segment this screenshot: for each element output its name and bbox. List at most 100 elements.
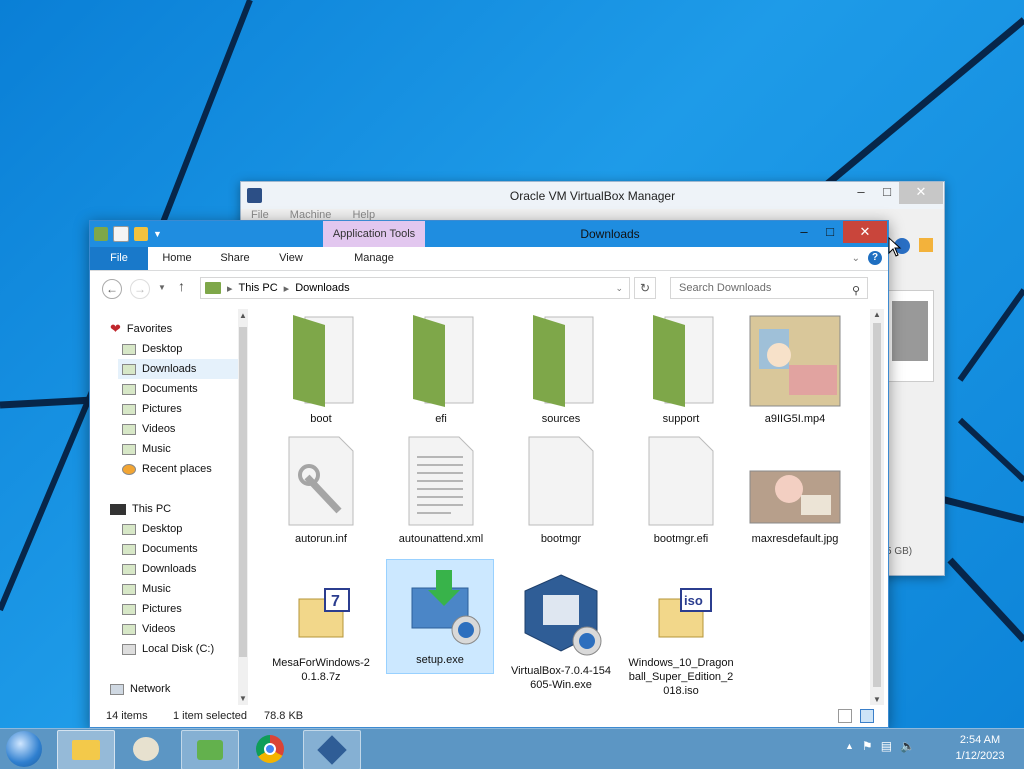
pictures-icon xyxy=(122,603,136,615)
new-folder-icon[interactable] xyxy=(134,227,148,241)
system-tray: ▲ ⚑ ▤ 🔈 xyxy=(845,739,915,753)
file-item[interactable]: a9IIG5I.mp4 xyxy=(742,315,848,426)
clock-date: 1/12/2023 xyxy=(955,750,1005,762)
nav-recent-places[interactable]: Recent places xyxy=(122,459,212,479)
nav-pc-videos[interactable]: Videos xyxy=(122,619,175,639)
videos-icon xyxy=(122,423,136,435)
nav-this-pc[interactable]: This PC xyxy=(110,499,171,519)
application-tools-tab: Application Tools xyxy=(323,221,425,247)
nav-pc-music[interactable]: Music xyxy=(122,579,171,599)
nav-favorite-pictures[interactable]: Pictures xyxy=(122,399,182,419)
nav-favorite-documents[interactable]: Documents xyxy=(122,379,198,399)
file-item[interactable]: boot xyxy=(268,315,374,426)
clock[interactable]: 2:54 AM 1/12/2023 xyxy=(940,732,1020,764)
virtualbox-titlebar[interactable]: Oracle VM VirtualBox Manager – □ ✕ xyxy=(241,182,944,209)
virtualbox-icon xyxy=(317,735,347,765)
file-item[interactable]: sources xyxy=(508,315,614,426)
nav-local-disk[interactable]: Local Disk (C:) xyxy=(122,639,214,659)
show-hidden-icons-icon[interactable]: ▲ xyxy=(845,741,854,751)
properties-icon[interactable] xyxy=(113,226,129,242)
taskbar-people[interactable] xyxy=(181,730,239,770)
large-icons-view-icon[interactable] xyxy=(860,709,874,723)
file-explorer-window[interactable]: ▼ Application Tools Downloads – □ ✕ File… xyxy=(89,220,889,728)
nav-pc-downloads[interactable]: Downloads xyxy=(122,559,196,579)
breadcrumb-this-pc[interactable]: This PC xyxy=(239,282,278,294)
nav-pc-documents[interactable]: Documents xyxy=(122,539,198,559)
refresh-button[interactable]: ↻ xyxy=(634,277,656,299)
clock-time: 2:54 AM xyxy=(959,734,1001,746)
scroll-down-icon: ▼ xyxy=(239,694,247,703)
nav-pc-desktop[interactable]: Desktop xyxy=(122,519,182,539)
image-thumbnail xyxy=(749,470,841,524)
taskbar-paint[interactable] xyxy=(119,730,175,768)
file-item[interactable]: bootmgr.efi xyxy=(628,435,734,546)
nav-network[interactable]: Network xyxy=(110,679,170,699)
file-item[interactable]: efi xyxy=(388,315,494,426)
file-item[interactable]: 7 MesaForWindows-20.1.8.7z xyxy=(268,571,374,684)
up-button[interactable]: ↑ xyxy=(178,278,185,294)
ribbon-tabs: File Home Share View Manage ⌄ ? xyxy=(90,247,888,271)
tab-manage[interactable]: Manage xyxy=(323,247,425,270)
nav-favorite-desktop[interactable]: Desktop xyxy=(122,339,182,359)
close-button[interactable]: ✕ xyxy=(843,221,887,243)
back-button[interactable]: ← xyxy=(102,279,122,299)
customize-dropdown-icon[interactable]: ▼ xyxy=(153,229,162,239)
close-button[interactable]: ✕ xyxy=(899,182,943,204)
file-item[interactable]: bootmgr xyxy=(508,435,614,546)
file-item[interactable]: autounattend.xml xyxy=(388,435,494,546)
item-count: 14 items xyxy=(106,710,148,722)
nav-favorite-videos[interactable]: Videos xyxy=(122,419,175,439)
minimize-button[interactable]: – xyxy=(790,221,818,243)
file-item[interactable]: autorun.inf xyxy=(268,435,374,546)
taskbar: ▲ ⚑ ▤ 🔈 2:54 AM 1/12/2023 xyxy=(0,728,1024,770)
navigation-pane: ❤ Favorites Desktop Downloads Documents … xyxy=(90,309,242,705)
action-center-flag-icon[interactable]: ⚑ xyxy=(862,739,873,753)
tab-share[interactable]: Share xyxy=(210,247,260,270)
documents-icon xyxy=(122,383,136,395)
file-item[interactable]: maxresdefault.jpg xyxy=(742,435,848,546)
explorer-titlebar[interactable]: ▼ Application Tools Downloads – □ ✕ xyxy=(90,221,888,247)
nav-favorite-downloads[interactable]: Downloads xyxy=(118,359,242,379)
details-view-icon[interactable] xyxy=(838,709,852,723)
start-button[interactable] xyxy=(6,731,42,767)
expand-ribbon-icon[interactable]: ⌄ xyxy=(852,253,860,264)
volume-icon[interactable]: 🔈 xyxy=(900,739,915,753)
minimize-button[interactable]: – xyxy=(847,182,875,204)
search-placeholder: Search Downloads xyxy=(679,282,772,294)
navigation-scrollbar[interactable]: ▲ ▼ xyxy=(238,309,248,705)
taskbar-file-explorer[interactable] xyxy=(57,730,115,770)
network-status-icon[interactable]: ▤ xyxy=(881,739,892,753)
taskbar-chrome[interactable] xyxy=(243,730,299,768)
network-icon xyxy=(110,683,124,695)
file-item[interactable]: iso Windows_10_Dragonball_Super_Edition_… xyxy=(628,571,734,698)
tab-home[interactable]: Home xyxy=(152,247,202,270)
address-history-icon[interactable]: ⌄ xyxy=(615,283,623,294)
help-icon[interactable]: ? xyxy=(868,251,882,265)
file-item[interactable]: VirtualBox-7.0.4-154605-Win.exe xyxy=(508,571,614,692)
nav-pc-pictures[interactable]: Pictures xyxy=(122,599,182,619)
videos-icon xyxy=(122,623,136,635)
forward-button[interactable]: → xyxy=(130,279,150,299)
paint-icon xyxy=(133,737,159,761)
maximize-button[interactable]: □ xyxy=(873,182,901,204)
heart-icon: ❤ xyxy=(110,321,121,336)
file-item-selected[interactable]: setup.exe xyxy=(386,559,494,674)
search-box[interactable]: Search Downloads ⚲ xyxy=(670,277,868,299)
folder-icon xyxy=(94,227,108,241)
window-title: Downloads xyxy=(580,227,640,241)
taskbar-virtualbox[interactable] xyxy=(303,730,361,770)
iso-archive-icon: iso xyxy=(658,588,712,638)
music-icon xyxy=(122,443,136,455)
nav-favorite-music[interactable]: Music xyxy=(122,439,171,459)
address-bar[interactable]: ▸ This PC ▸ Downloads ⌄ xyxy=(200,277,630,299)
nav-favorites[interactable]: ❤ Favorites xyxy=(110,319,172,339)
breadcrumb-downloads[interactable]: Downloads xyxy=(295,282,349,294)
tab-file[interactable]: File xyxy=(90,247,148,270)
recent-locations-dropdown[interactable]: ▼ xyxy=(158,283,166,292)
tab-view[interactable]: View xyxy=(266,247,316,270)
file-item[interactable]: support xyxy=(628,315,734,426)
folder-icon xyxy=(293,315,354,407)
maximize-button[interactable]: □ xyxy=(816,221,844,243)
drive-icon xyxy=(122,643,136,655)
content-scrollbar[interactable]: ▲ ▼ xyxy=(870,309,884,705)
